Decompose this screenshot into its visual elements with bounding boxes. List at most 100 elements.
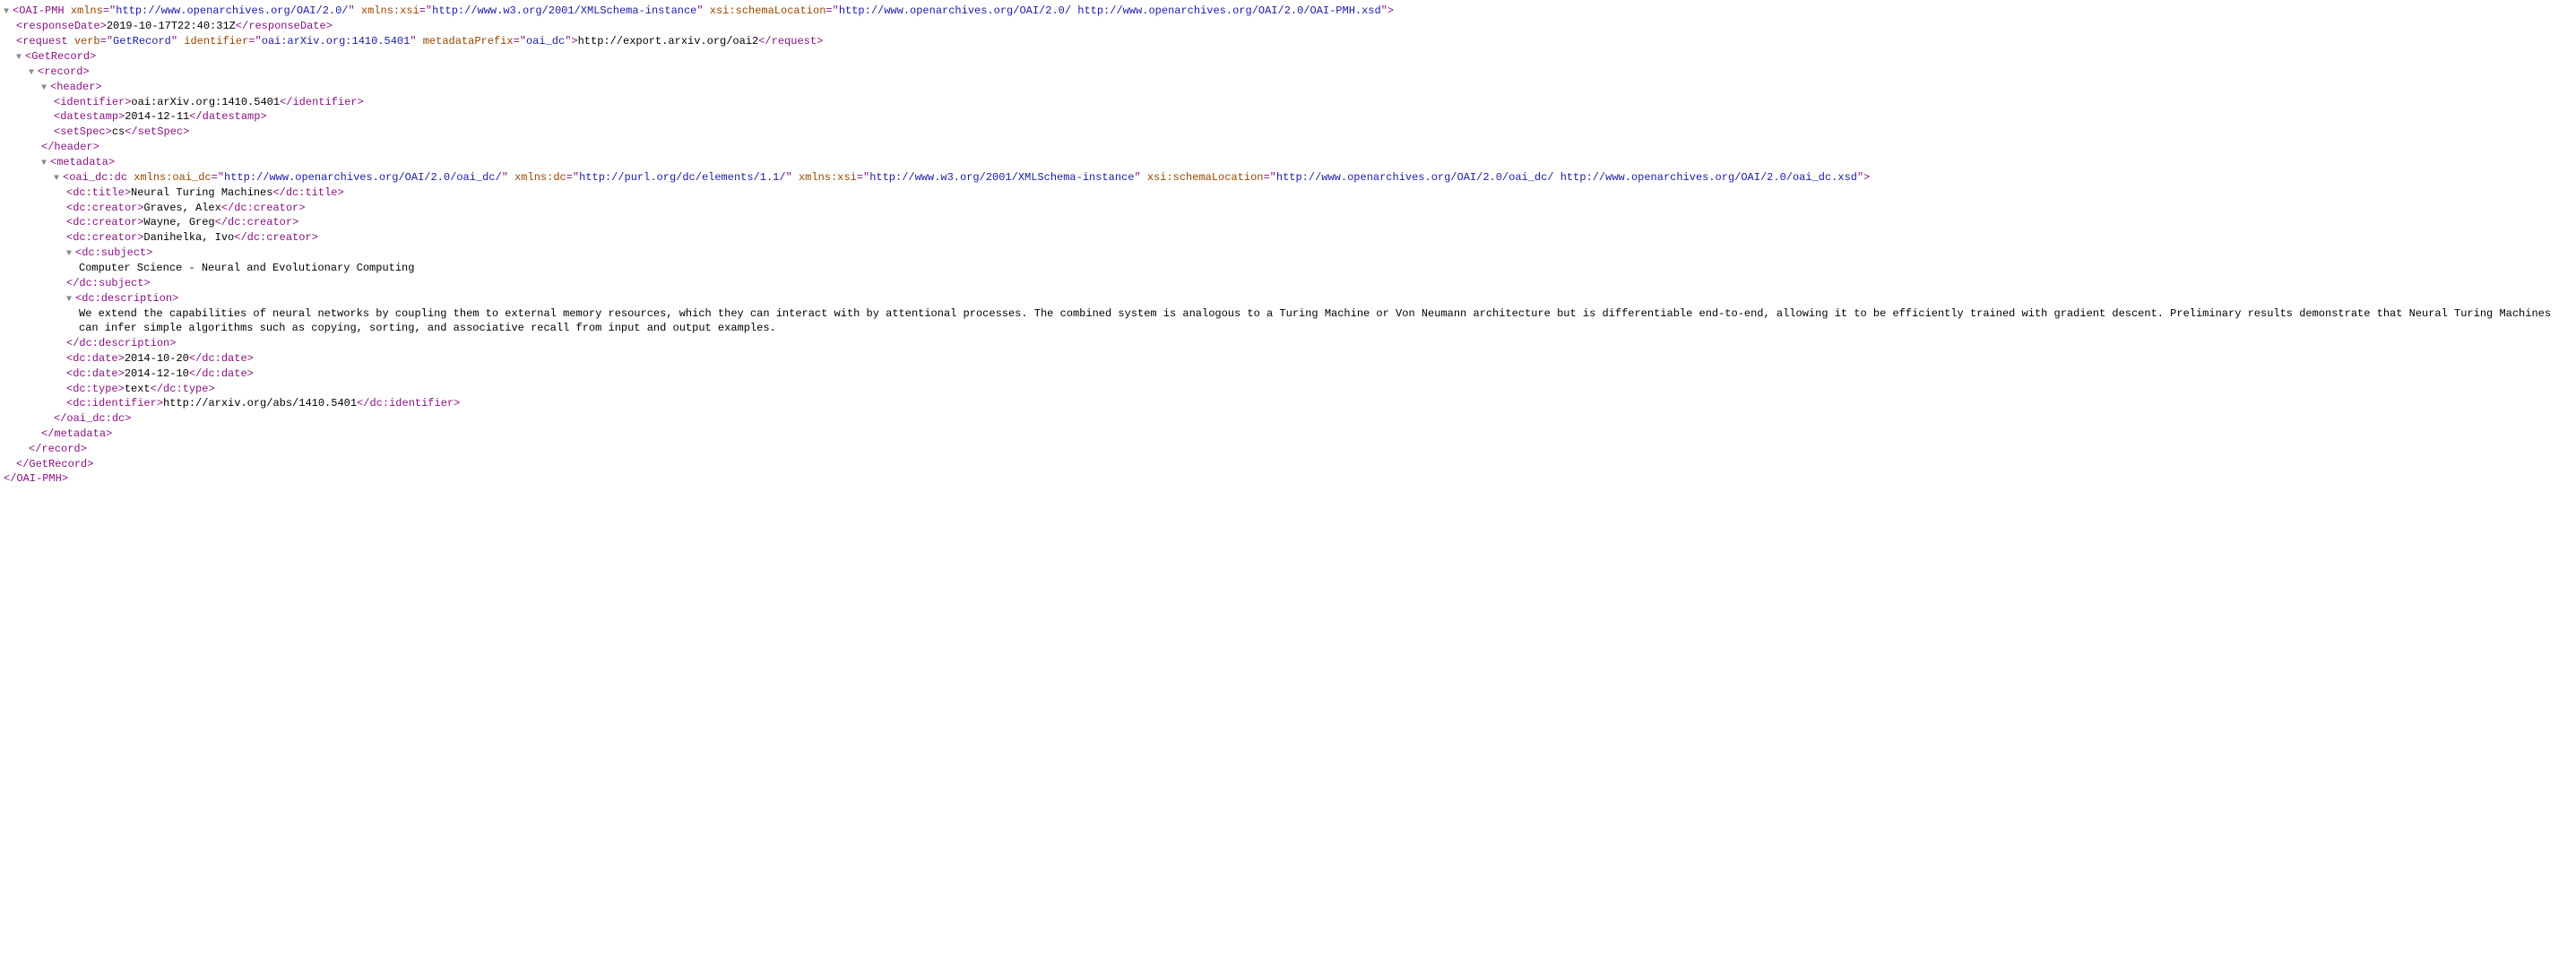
text-content: We extend the capabilities of neural net… xyxy=(4,306,2572,337)
tag-close: </OAI-PMH> xyxy=(4,472,68,485)
attr-name: identifier xyxy=(184,35,248,47)
tag-close: </dc:date> xyxy=(189,367,254,380)
tag-close: </header> xyxy=(41,141,99,153)
toggle-icon[interactable]: ▼ xyxy=(41,158,50,170)
xml-element[interactable]: <dc:type>text</dc:type> xyxy=(4,382,2572,397)
tag-open: <dc:date> xyxy=(66,352,125,365)
tag-open: <dc:creator> xyxy=(66,216,143,228)
attr-name: xmlns:xsi xyxy=(361,4,419,17)
attr-value: GetRecord xyxy=(113,35,171,47)
tag-open: <request xyxy=(16,35,68,47)
xml-element[interactable]: <dc:date>2014-12-10</dc:date> xyxy=(4,366,2572,382)
text-content: 2014-10-20 xyxy=(125,352,189,365)
attr-name: verb xyxy=(74,35,100,47)
xml-element[interactable]: <setSpec>cs</setSpec> xyxy=(4,125,2572,140)
xml-element-close[interactable]: </record> xyxy=(4,442,2572,457)
tag-close: </datestamp> xyxy=(189,110,266,123)
tag-close: </GetRecord> xyxy=(16,458,93,470)
tag-open: <datestamp> xyxy=(54,110,125,123)
xml-element-open[interactable]: ▼<dc:subject> xyxy=(4,246,2572,261)
xml-element-open[interactable]: ▼<record> xyxy=(4,65,2572,80)
tag-close: </request> xyxy=(758,35,823,47)
attr-name: xmlns:xsi xyxy=(799,171,857,184)
text-content: http://arxiv.org/abs/1410.5401 xyxy=(163,397,357,410)
xml-element-open[interactable]: ▼<header> xyxy=(4,80,2572,95)
text-content: Computer Science - Neural and Evolutiona… xyxy=(4,261,2572,276)
toggle-icon[interactable]: ▼ xyxy=(66,294,75,306)
tag-open: <dc:creator> xyxy=(66,231,143,244)
xml-element[interactable]: <dc:creator>Danihelka, Ivo</dc:creator> xyxy=(4,230,2572,246)
toggle-icon[interactable]: ▼ xyxy=(54,173,63,185)
attr-value: http://purl.org/dc/elements/1.1/ xyxy=(579,171,785,184)
tag-close: </dc:identifier> xyxy=(357,397,460,410)
text-content: Neural Turing Machines xyxy=(131,186,272,199)
xml-element-close[interactable]: </dc:subject> xyxy=(4,276,2572,291)
tag-open: <metadata> xyxy=(50,156,115,168)
tag-close: </identifier> xyxy=(280,96,364,108)
attr-value: http://www.openarchives.org/OAI/2.0/oai_… xyxy=(224,171,502,184)
tag-open: <GetRecord> xyxy=(25,50,96,63)
tag-close: </dc:creator> xyxy=(221,202,306,214)
text-content: http://export.arxiv.org/oai2 xyxy=(578,35,759,47)
tag-open: <dc:identifier> xyxy=(66,397,163,410)
attr-name: metadataPrefix xyxy=(423,35,514,47)
attr-value: http://www.w3.org/2001/XMLSchema-instanc… xyxy=(432,4,696,17)
xml-element-open[interactable]: ▼<OAI-PMH xmlns="http://www.openarchives… xyxy=(4,4,2572,19)
xml-element[interactable]: <dc:title>Neural Turing Machines</dc:tit… xyxy=(4,185,2572,201)
text-content: cs xyxy=(112,125,125,138)
text-content: 2014-12-11 xyxy=(125,110,189,123)
tag-open: <dc:title> xyxy=(66,186,131,199)
tag-close: </dc:title> xyxy=(272,186,343,199)
tag-close: </dc:date> xyxy=(189,352,254,365)
attr-value: oai_dc xyxy=(526,35,565,47)
tag-close: </dc:type> xyxy=(151,383,215,395)
tag-open: <dc:subject> xyxy=(75,246,152,259)
toggle-icon[interactable]: ▼ xyxy=(16,52,25,65)
toggle-icon[interactable]: ▼ xyxy=(66,248,75,261)
attr-name: xmlns:dc xyxy=(514,171,566,184)
tag-open: <dc:creator> xyxy=(66,202,143,214)
attr-name: xmlns:oai_dc xyxy=(134,171,211,184)
tag-open: <header> xyxy=(50,81,102,93)
attr-name: xsi:schemaLocation xyxy=(710,4,826,17)
toggle-icon[interactable]: ▼ xyxy=(4,6,13,19)
tag-close: </dc:subject> xyxy=(66,277,151,289)
tag-open: <dc:description> xyxy=(75,292,178,305)
xml-element-close[interactable]: </OAI-PMH> xyxy=(4,471,2572,487)
xml-element-close[interactable]: </oai_dc:dc> xyxy=(4,411,2572,427)
tag-open: <oai_dc:dc xyxy=(63,171,127,184)
xml-element[interactable]: <dc:creator>Wayne, Greg</dc:creator> xyxy=(4,215,2572,230)
tag-close: </record> xyxy=(29,443,87,455)
toggle-icon[interactable]: ▼ xyxy=(41,82,50,95)
tag-close: </metadata> xyxy=(41,427,112,440)
toggle-icon[interactable]: ▼ xyxy=(29,67,38,80)
xml-element[interactable]: <datestamp>2014-12-11</datestamp> xyxy=(4,109,2572,125)
tag-open: <identifier> xyxy=(54,96,131,108)
attr-value: oai:arXiv.org:1410.5401 xyxy=(262,35,411,47)
xml-element[interactable]: <identifier>oai:arXiv.org:1410.5401</ide… xyxy=(4,95,2572,110)
xml-element[interactable]: <dc:identifier>http://arxiv.org/abs/1410… xyxy=(4,396,2572,411)
text-content: Danihelka, Ivo xyxy=(143,231,234,244)
xml-element-close[interactable]: </header> xyxy=(4,140,2572,155)
xml-element[interactable]: <request verb="GetRecord" identifier="oa… xyxy=(4,34,2572,49)
tag-open: <setSpec> xyxy=(54,125,112,138)
xml-element-close[interactable]: </dc:description> xyxy=(4,336,2572,351)
tag-close: </setSpec> xyxy=(125,125,189,138)
text-content: Graves, Alex xyxy=(143,202,220,214)
xml-element-open[interactable]: ▼<dc:description> xyxy=(4,291,2572,306)
text-content: text xyxy=(125,383,151,395)
attr-value: http://www.w3.org/2001/XMLSchema-instanc… xyxy=(869,171,1134,184)
tag-close: </responseDate> xyxy=(236,20,333,32)
xml-element[interactable]: <dc:creator>Graves, Alex</dc:creator> xyxy=(4,201,2572,216)
xml-element-open[interactable]: ▼<oai_dc:dc xmlns:oai_dc="http://www.ope… xyxy=(4,170,2572,185)
xml-element[interactable]: <dc:date>2014-10-20</dc:date> xyxy=(4,351,2572,366)
xml-element-close[interactable]: </metadata> xyxy=(4,427,2572,442)
tag-open: <responseDate> xyxy=(16,20,107,32)
text-content: oai:arXiv.org:1410.5401 xyxy=(131,96,280,108)
xml-element-open[interactable]: ▼<GetRecord> xyxy=(4,49,2572,65)
xml-element[interactable]: <responseDate>2019-10-17T22:40:31Z</resp… xyxy=(4,19,2572,34)
tag-open: <record> xyxy=(38,65,90,78)
text-content: 2014-12-10 xyxy=(125,367,189,380)
xml-element-open[interactable]: ▼<metadata> xyxy=(4,155,2572,170)
xml-element-close[interactable]: </GetRecord> xyxy=(4,457,2572,472)
